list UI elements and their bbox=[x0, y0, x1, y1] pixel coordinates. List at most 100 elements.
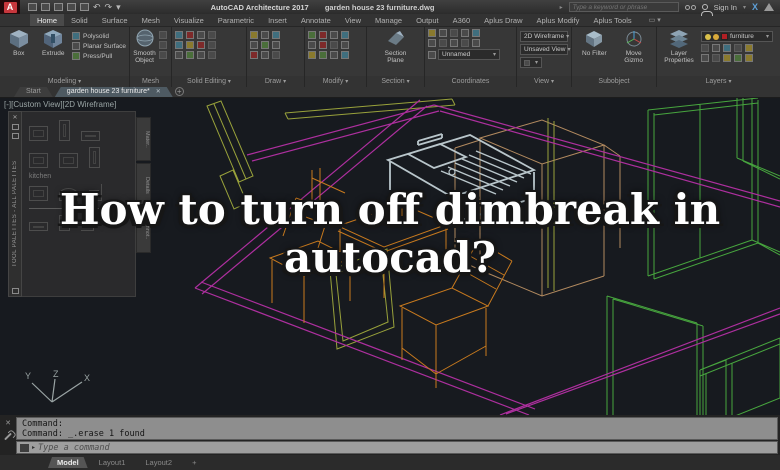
box-button[interactable]: Box bbox=[3, 29, 35, 57]
press-pull-button[interactable]: Press/Pull bbox=[72, 52, 126, 60]
modify-tool-icon[interactable] bbox=[330, 51, 338, 59]
polysolid-button[interactable]: Polysolid bbox=[72, 32, 126, 40]
ribbon-tab-aplus-modify[interactable]: Aplus Modify bbox=[530, 14, 587, 26]
ribbon-tab-output[interactable]: Output bbox=[409, 14, 446, 26]
layer-tool-icon[interactable] bbox=[734, 44, 742, 52]
section-plane-button[interactable]: Section Plane bbox=[379, 29, 413, 64]
ribbon-tab-solid[interactable]: Solid bbox=[64, 14, 95, 26]
auto-hide-icon[interactable] bbox=[11, 124, 19, 130]
close-command-icon[interactable]: ✕ bbox=[5, 419, 11, 427]
command-input[interactable] bbox=[38, 442, 774, 453]
new-drawing-tab-button[interactable]: + bbox=[174, 87, 184, 96]
solid-editing-tool-icon[interactable] bbox=[208, 41, 216, 49]
layer-tool-icon[interactable] bbox=[723, 44, 731, 52]
ribbon-tab-annotate[interactable]: Annotate bbox=[294, 14, 338, 26]
named-view-dropdown[interactable]: Unsaved View bbox=[520, 44, 568, 55]
layer-tool-icon[interactable] bbox=[701, 44, 709, 52]
mesh-tool-icon[interactable] bbox=[159, 41, 167, 49]
communication-center-icon[interactable] bbox=[764, 3, 774, 11]
ucs-tool-icon[interactable] bbox=[439, 29, 447, 37]
draw-tool-icon[interactable] bbox=[250, 31, 258, 39]
modify-tool-icon[interactable] bbox=[308, 31, 316, 39]
mesh-tool-icon[interactable] bbox=[159, 51, 167, 59]
ribbon-tab-aplus-draw[interactable]: Aplus Draw bbox=[477, 14, 529, 26]
command-input-row[interactable]: ▸ bbox=[16, 441, 778, 454]
solid-editing-tool-icon[interactable] bbox=[208, 31, 216, 39]
ribbon-tab-visualize[interactable]: Visualize bbox=[167, 14, 211, 26]
ucs-tool-icon[interactable] bbox=[461, 39, 469, 47]
ucs-tool-icon[interactable] bbox=[461, 29, 469, 37]
panel-label-draw[interactable]: Draw ▾ bbox=[247, 76, 304, 87]
layout-tab-layout2[interactable]: Layout2 bbox=[136, 457, 181, 468]
search-icon[interactable] bbox=[684, 4, 696, 10]
ribbon-tab-manage[interactable]: Manage bbox=[368, 14, 409, 26]
ribbon-tab-view[interactable]: View bbox=[338, 14, 368, 26]
solid-editing-tool-icon[interactable] bbox=[186, 41, 194, 49]
draw-tool-icon[interactable] bbox=[272, 51, 280, 59]
qat-dropdown-icon[interactable]: ▾ bbox=[116, 3, 121, 12]
command-history[interactable]: Command: Command: _.erase 1 found bbox=[16, 417, 778, 440]
solid-editing-tool-icon[interactable] bbox=[175, 31, 183, 39]
ucs-tool-icon[interactable] bbox=[472, 29, 480, 37]
modify-tool-icon[interactable] bbox=[319, 41, 327, 49]
open-file-icon[interactable] bbox=[41, 3, 50, 11]
drawing-viewport[interactable]: [-][Custom View][2D Wireframe] ✕ TOOL PA… bbox=[0, 98, 780, 415]
ucs-tool-icon[interactable] bbox=[450, 39, 458, 47]
palette-tool-cabinet[interactable] bbox=[29, 153, 48, 168]
modify-tool-icon[interactable] bbox=[330, 41, 338, 49]
solid-editing-tool-icon[interactable] bbox=[186, 31, 194, 39]
exchange-apps-icon[interactable]: X bbox=[752, 2, 758, 12]
layer-tool-icon[interactable] bbox=[712, 54, 720, 62]
redo-icon[interactable]: ↷ bbox=[105, 3, 113, 12]
ucs-named-dropdown[interactable]: Unnamed bbox=[438, 49, 500, 60]
help-search-field[interactable] bbox=[568, 2, 679, 12]
panel-label-modeling[interactable]: Modeling ▾ bbox=[0, 76, 129, 87]
layer-tool-icon[interactable] bbox=[701, 54, 709, 62]
solid-editing-tool-icon[interactable] bbox=[197, 51, 205, 59]
panel-label-layers[interactable]: Layers ▾ bbox=[657, 76, 780, 87]
ucs-tool-icon[interactable] bbox=[472, 39, 480, 47]
layer-dropdown[interactable]: furniture bbox=[701, 31, 773, 42]
palette-properties-icon[interactable] bbox=[11, 133, 19, 139]
layer-tool-icon[interactable] bbox=[723, 54, 731, 62]
planar-surface-button[interactable]: Planar Surface bbox=[72, 42, 126, 50]
draw-tool-icon[interactable] bbox=[272, 41, 280, 49]
ribbon-tab-mesh[interactable]: Mesh bbox=[135, 14, 167, 26]
ribbon-tab-parametric[interactable]: Parametric bbox=[211, 14, 261, 26]
ucs-tool-icon[interactable] bbox=[439, 39, 447, 47]
new-file-icon[interactable] bbox=[28, 3, 37, 11]
draw-tool-icon[interactable] bbox=[261, 31, 269, 39]
undo-icon[interactable]: ↶ bbox=[93, 3, 101, 12]
ucs-tool-icon[interactable] bbox=[428, 29, 436, 37]
layer-tool-icon[interactable] bbox=[734, 54, 742, 62]
command-icon[interactable] bbox=[20, 443, 29, 452]
modify-tool-icon[interactable] bbox=[330, 31, 338, 39]
solid-editing-tool-icon[interactable] bbox=[208, 51, 216, 59]
viewport-controls-label[interactable]: [-][Custom View][2D Wireframe] bbox=[4, 100, 116, 109]
modify-tool-icon[interactable] bbox=[341, 51, 349, 59]
modify-tool-icon[interactable] bbox=[319, 51, 327, 59]
ribbon-display-toggle-icon[interactable]: ▭ ▾ bbox=[649, 14, 661, 26]
layer-tool-icon[interactable] bbox=[745, 54, 753, 62]
mesh-tool-icon[interactable] bbox=[159, 31, 167, 39]
modify-tool-icon[interactable] bbox=[341, 31, 349, 39]
solid-editing-tool-icon[interactable] bbox=[197, 41, 205, 49]
palette-settings-icon[interactable] bbox=[11, 288, 19, 294]
ribbon-tab-aplus-tools[interactable]: Aplus Tools bbox=[586, 14, 638, 26]
layer-properties-button[interactable]: Layer Properties bbox=[660, 29, 698, 64]
panel-label-section[interactable]: Section ▾ bbox=[367, 76, 424, 87]
wrench-icon[interactable] bbox=[4, 432, 12, 441]
search-expand-icon[interactable]: ▸ bbox=[560, 4, 563, 11]
file-tab-start[interactable]: Start bbox=[14, 87, 53, 97]
save-icon[interactable] bbox=[54, 3, 63, 11]
layer-tool-icon[interactable] bbox=[712, 44, 720, 52]
draw-tool-icon[interactable] bbox=[261, 41, 269, 49]
palette-tool-cabinet[interactable] bbox=[59, 153, 78, 168]
close-tab-icon[interactable]: ✕ bbox=[156, 87, 161, 97]
panel-label-coordinates[interactable]: Coordinates bbox=[425, 76, 516, 87]
palette-tool-tall-cabinet[interactable] bbox=[59, 120, 70, 141]
palette-tool-cabinet[interactable] bbox=[29, 126, 48, 141]
close-icon[interactable]: ✕ bbox=[12, 114, 17, 121]
draw-tool-icon[interactable] bbox=[272, 31, 280, 39]
modify-tool-icon[interactable] bbox=[308, 51, 316, 59]
